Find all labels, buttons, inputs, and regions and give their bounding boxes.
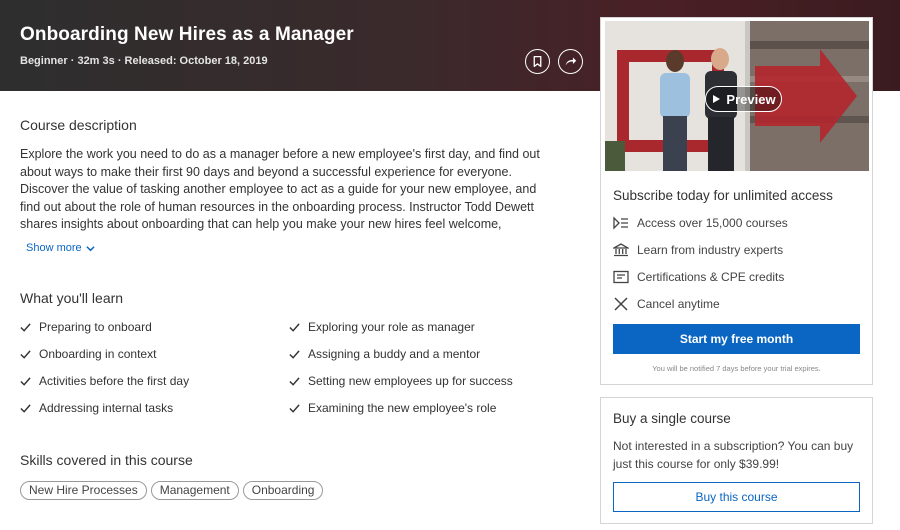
check-icon (20, 322, 31, 332)
subscribe-card: Preview Subscribe today for unlimited ac… (600, 17, 873, 385)
feature-label: Certifications & CPE credits (637, 270, 785, 284)
course-meta: Beginner · 32m 3s · Released: October 18… (20, 55, 268, 67)
learn-item-label: Activities before the first day (39, 374, 190, 388)
courses-icon (613, 216, 628, 230)
check-icon (289, 403, 300, 413)
description-heading: Course description (20, 117, 137, 133)
learn-item: Activities before the first day (20, 374, 189, 388)
course-preview-video[interactable]: Preview (605, 21, 869, 171)
close-icon (614, 297, 628, 311)
skills-list: New Hire Processes Management Onboarding (20, 481, 324, 500)
play-icon (713, 95, 721, 103)
feature-label: Cancel anytime (637, 297, 720, 311)
learn-item: Addressing internal tasks (20, 401, 173, 415)
learn-item-label: Onboarding in context (39, 347, 157, 361)
skill-pill[interactable]: New Hire Processes (20, 481, 147, 500)
learn-item: Onboarding in context (20, 347, 156, 361)
learn-item-label: Addressing internal tasks (39, 401, 174, 415)
preview-label: Preview (726, 91, 776, 107)
certificate-icon (613, 270, 629, 284)
learn-item-label: Assigning a buddy and a mentor (308, 347, 481, 361)
skills-heading: Skills covered in this course (20, 452, 193, 468)
learn-item-label: Setting new employees up for success (308, 374, 513, 388)
skill-pill[interactable]: Onboarding (242, 481, 324, 500)
check-icon (20, 376, 31, 386)
buy-course-card: Buy a single course Not interested in a … (600, 397, 873, 524)
trial-note: You will be notified 7 days before your … (652, 364, 821, 373)
learn-item-label: Preparing to onboard (39, 320, 152, 334)
feature-item: Learn from industry experts (613, 243, 783, 257)
learn-item: Examining the new employee's role (289, 401, 496, 415)
feature-label: Access over 15,000 courses (637, 216, 788, 230)
institution-icon (613, 243, 629, 257)
share-icon (565, 57, 577, 66)
course-description: Explore the work you need to do as a man… (20, 147, 540, 232)
learn-item: Setting new employees up for success (289, 374, 513, 388)
chevron-down-icon (86, 245, 95, 251)
start-free-month-button[interactable]: Start my free month (613, 324, 860, 354)
learn-item: Preparing to onboard (20, 320, 152, 334)
check-icon (20, 403, 31, 413)
buy-text: Not interested in a subscription? You ca… (613, 439, 854, 471)
feature-label: Learn from industry experts (637, 243, 784, 257)
check-icon (289, 376, 300, 386)
preview-button[interactable]: Preview (705, 86, 782, 112)
learn-item: Assigning a buddy and a mentor (289, 347, 480, 361)
course-title: Onboarding New Hires as a Manager (20, 24, 354, 45)
learn-heading: What you'll learn (20, 290, 124, 306)
feature-item: Cancel anytime (613, 297, 720, 311)
check-icon (289, 349, 300, 359)
learn-item: Exploring your role as manager (289, 320, 475, 334)
share-button[interactable] (558, 49, 583, 74)
skill-pill[interactable]: Management (150, 481, 239, 500)
subscribe-title: Subscribe today for unlimited access (613, 188, 833, 203)
show-more-label: Show more (26, 242, 82, 254)
feature-item: Access over 15,000 courses (613, 216, 788, 230)
buy-course-button[interactable]: Buy this course (613, 482, 860, 512)
show-more-link[interactable]: Show more (26, 242, 95, 254)
buy-title: Buy a single course (613, 411, 731, 426)
check-icon (20, 349, 31, 359)
feature-item: Certifications & CPE credits (613, 270, 784, 284)
bookmark-icon (533, 55, 542, 68)
learn-item-label: Exploring your role as manager (308, 320, 475, 334)
save-button[interactable] (525, 49, 550, 74)
learn-item-label: Examining the new employee's role (308, 401, 497, 415)
check-icon (289, 322, 300, 332)
